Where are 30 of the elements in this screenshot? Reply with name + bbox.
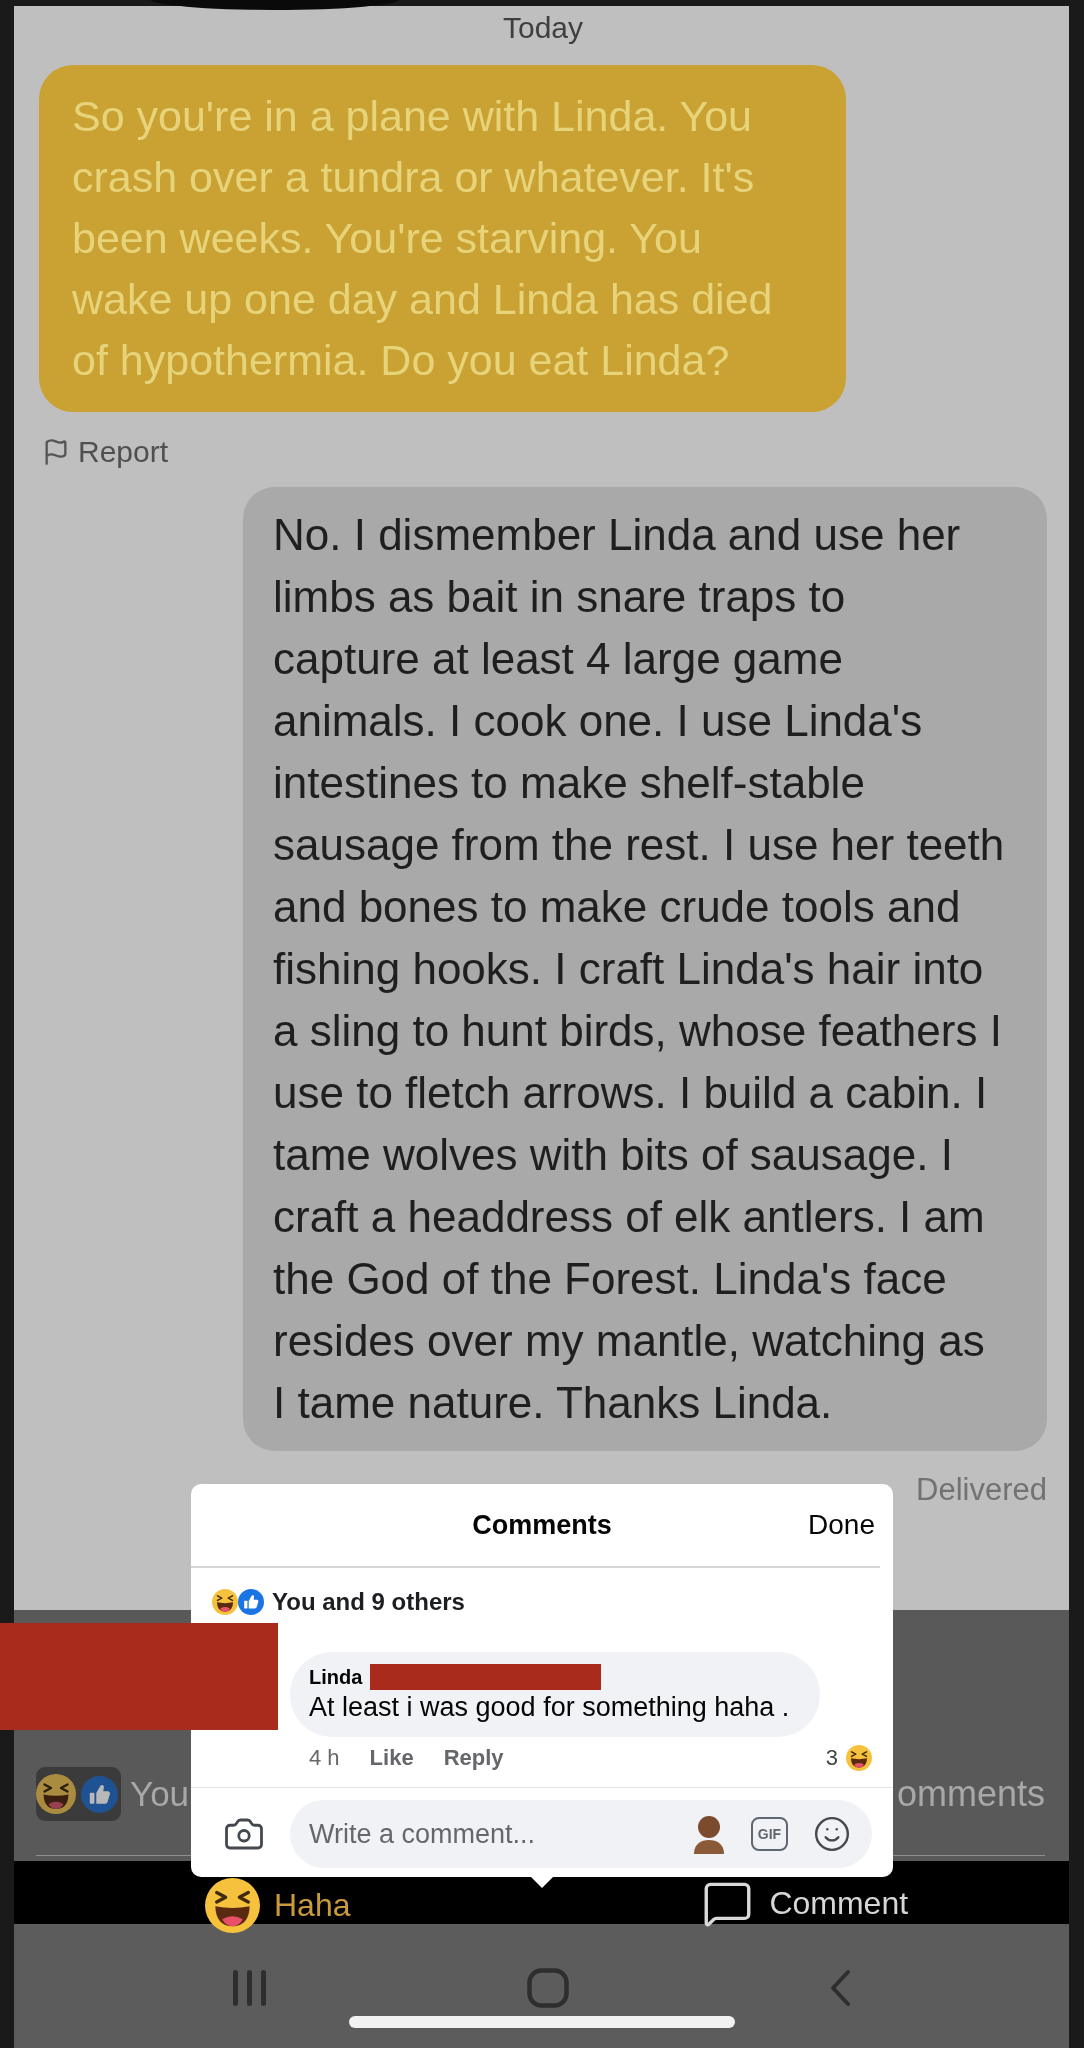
smiley-icon[interactable]: [813, 1815, 851, 1853]
done-button[interactable]: Done: [808, 1509, 875, 1541]
comment-time: 4 h: [309, 1745, 340, 1771]
comments-count-text: omments: [896, 1772, 1045, 1816]
popup-title: Comments: [472, 1509, 612, 1541]
delivery-status: Delivered: [916, 1473, 1047, 1507]
comment-author[interactable]: Linda: [309, 1665, 363, 1689]
laughing-emoji-icon: [205, 1878, 260, 1933]
thumbs-up-icon: [81, 1775, 118, 1813]
reactions-summary: You: [130, 1773, 190, 1815]
avatar-icon[interactable]: [692, 1814, 726, 1854]
comment-text: At least i was good for something haha .: [309, 1691, 791, 1724]
reaction-count: 3: [825, 1745, 838, 1771]
like-link[interactable]: Like: [369, 1745, 414, 1771]
received-message-bubble: So you're in a plane with Linda. You crash over a tundra or whatever. It's been weeks. You're starving. You wake up one day and Linda has died of hypothermia. Do you eat Linda?: [39, 65, 846, 412]
sent-message-bubble: No. I dismember Linda and use her limbs as bait in snare traps to capture at least 4 large game animals. I cook one. I use Linda's intestines to make shelf-stable sausage from the rest. I use her teeth and bones to make crude tools and fishing hooks. I craft Linda's hair into a sling to hunt birds, whose feathers I use to fletch arrows. I build a cabin. I tame wolves with bits of sausage. I craft a headdress of elk antlers. I am the God of the Forest. Linda's face resides over my mantle, watching as I tame nature. Thanks Linda.: [243, 487, 1047, 1451]
reactions-summary[interactable]: You and 9 others: [272, 1588, 465, 1616]
gif-button[interactable]: GIF: [751, 1817, 788, 1851]
laughing-emoji-icon: [36, 1774, 76, 1814]
recent-apps-icon[interactable]: [232, 1969, 267, 2007]
date-label: Today: [502, 10, 584, 46]
report-button[interactable]: Report: [42, 435, 169, 469]
comment-button[interactable]: Comment: [702, 1878, 909, 1929]
thumbs-up-icon: [238, 1589, 264, 1615]
back-icon[interactable]: [829, 1969, 851, 2007]
home-icon[interactable]: [527, 1968, 569, 2008]
comment-input[interactable]: Write a comment... GIF: [290, 1800, 872, 1868]
reply-link[interactable]: Reply: [443, 1745, 504, 1771]
laughing-emoji-icon: [846, 1745, 872, 1771]
laughing-emoji-icon: [212, 1589, 238, 1615]
